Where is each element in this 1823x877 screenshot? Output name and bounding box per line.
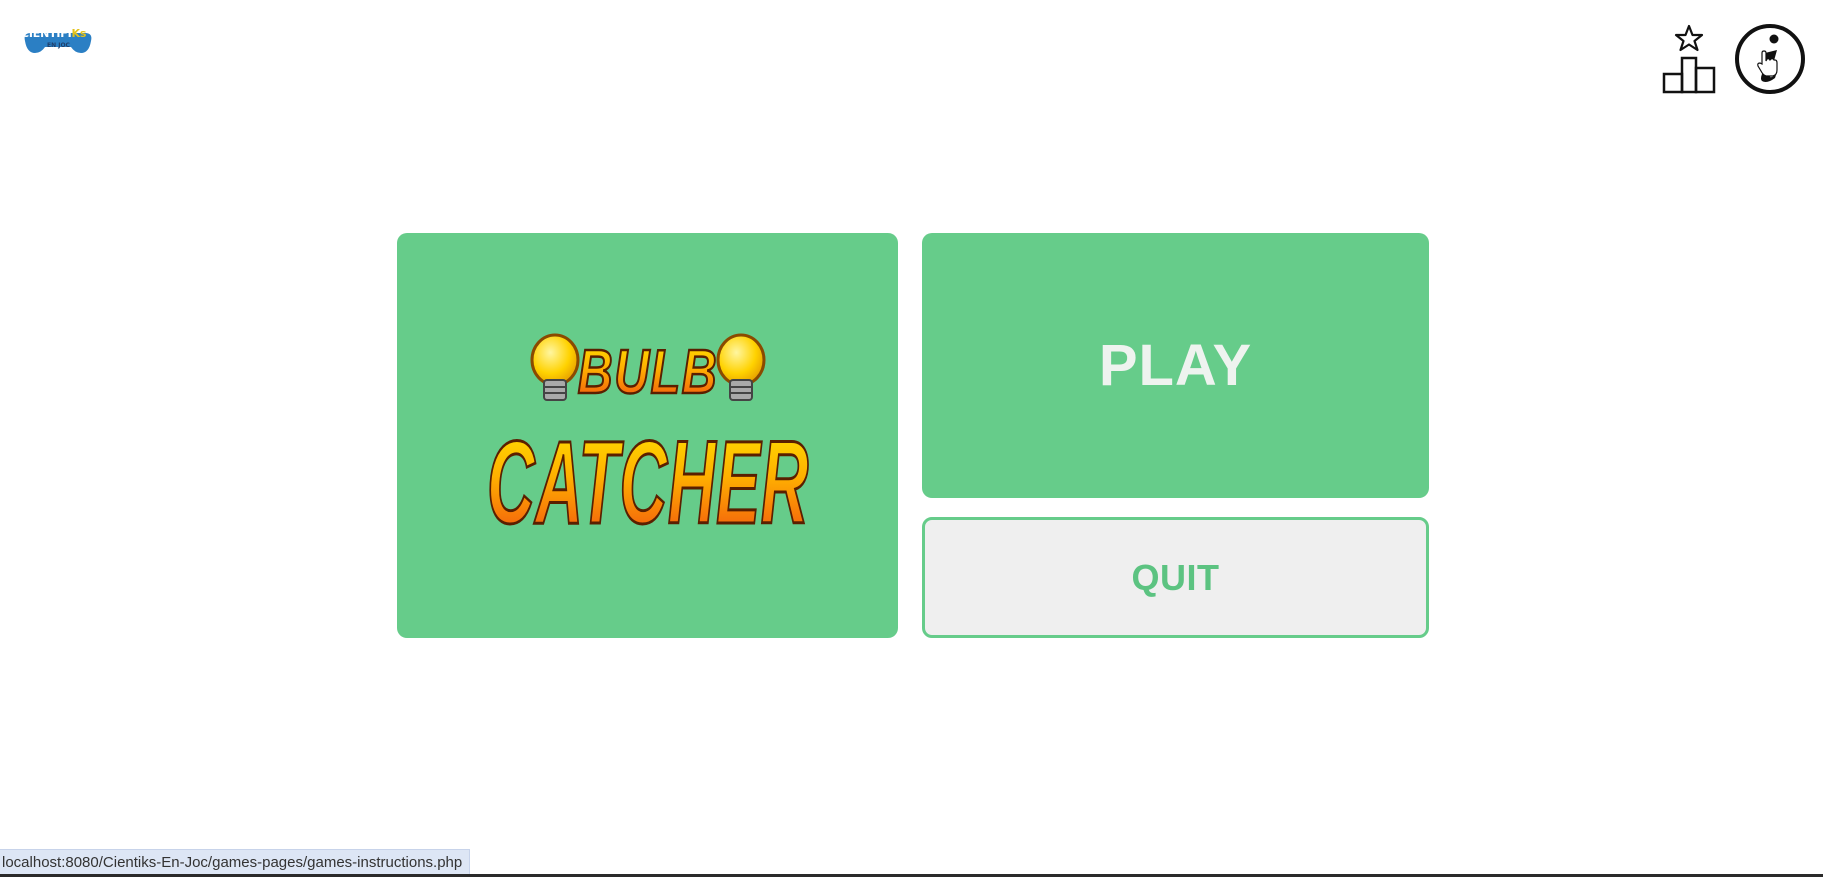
status-bar-link-preview: localhost:8080/Cientiks-En-Joc/games-pag… xyxy=(0,849,471,876)
game-menu-page: CIENTIFIKs EN JOC BULB CATCHER PLAY QUIT… xyxy=(0,0,1823,877)
quit-button-label: QUIT xyxy=(1131,556,1220,598)
play-button-label: PLAY xyxy=(1098,333,1253,398)
info-icon xyxy=(1735,24,1805,94)
game-title-line1: BULB xyxy=(578,337,719,406)
leaderboard-icon xyxy=(1662,24,1716,94)
bulb-left-icon xyxy=(530,333,580,401)
game-title-line2: CATCHER xyxy=(487,417,809,549)
info-button[interactable] xyxy=(1734,23,1806,95)
site-logo[interactable]: CIENTIFIKs EN JOC xyxy=(21,23,95,60)
leaderboard-button[interactable] xyxy=(1661,24,1717,94)
bulb-right-icon xyxy=(716,333,766,401)
logo-sub-text: EN JOC xyxy=(47,42,70,49)
play-button[interactable]: PLAY xyxy=(922,233,1429,498)
bulb-catcher-logo: BULB CATCHER xyxy=(486,333,810,550)
logo-brand-text: CIENTIFIKs xyxy=(21,27,87,40)
quit-button[interactable]: QUIT xyxy=(922,517,1429,638)
game-title-card: BULB CATCHER xyxy=(397,233,898,638)
